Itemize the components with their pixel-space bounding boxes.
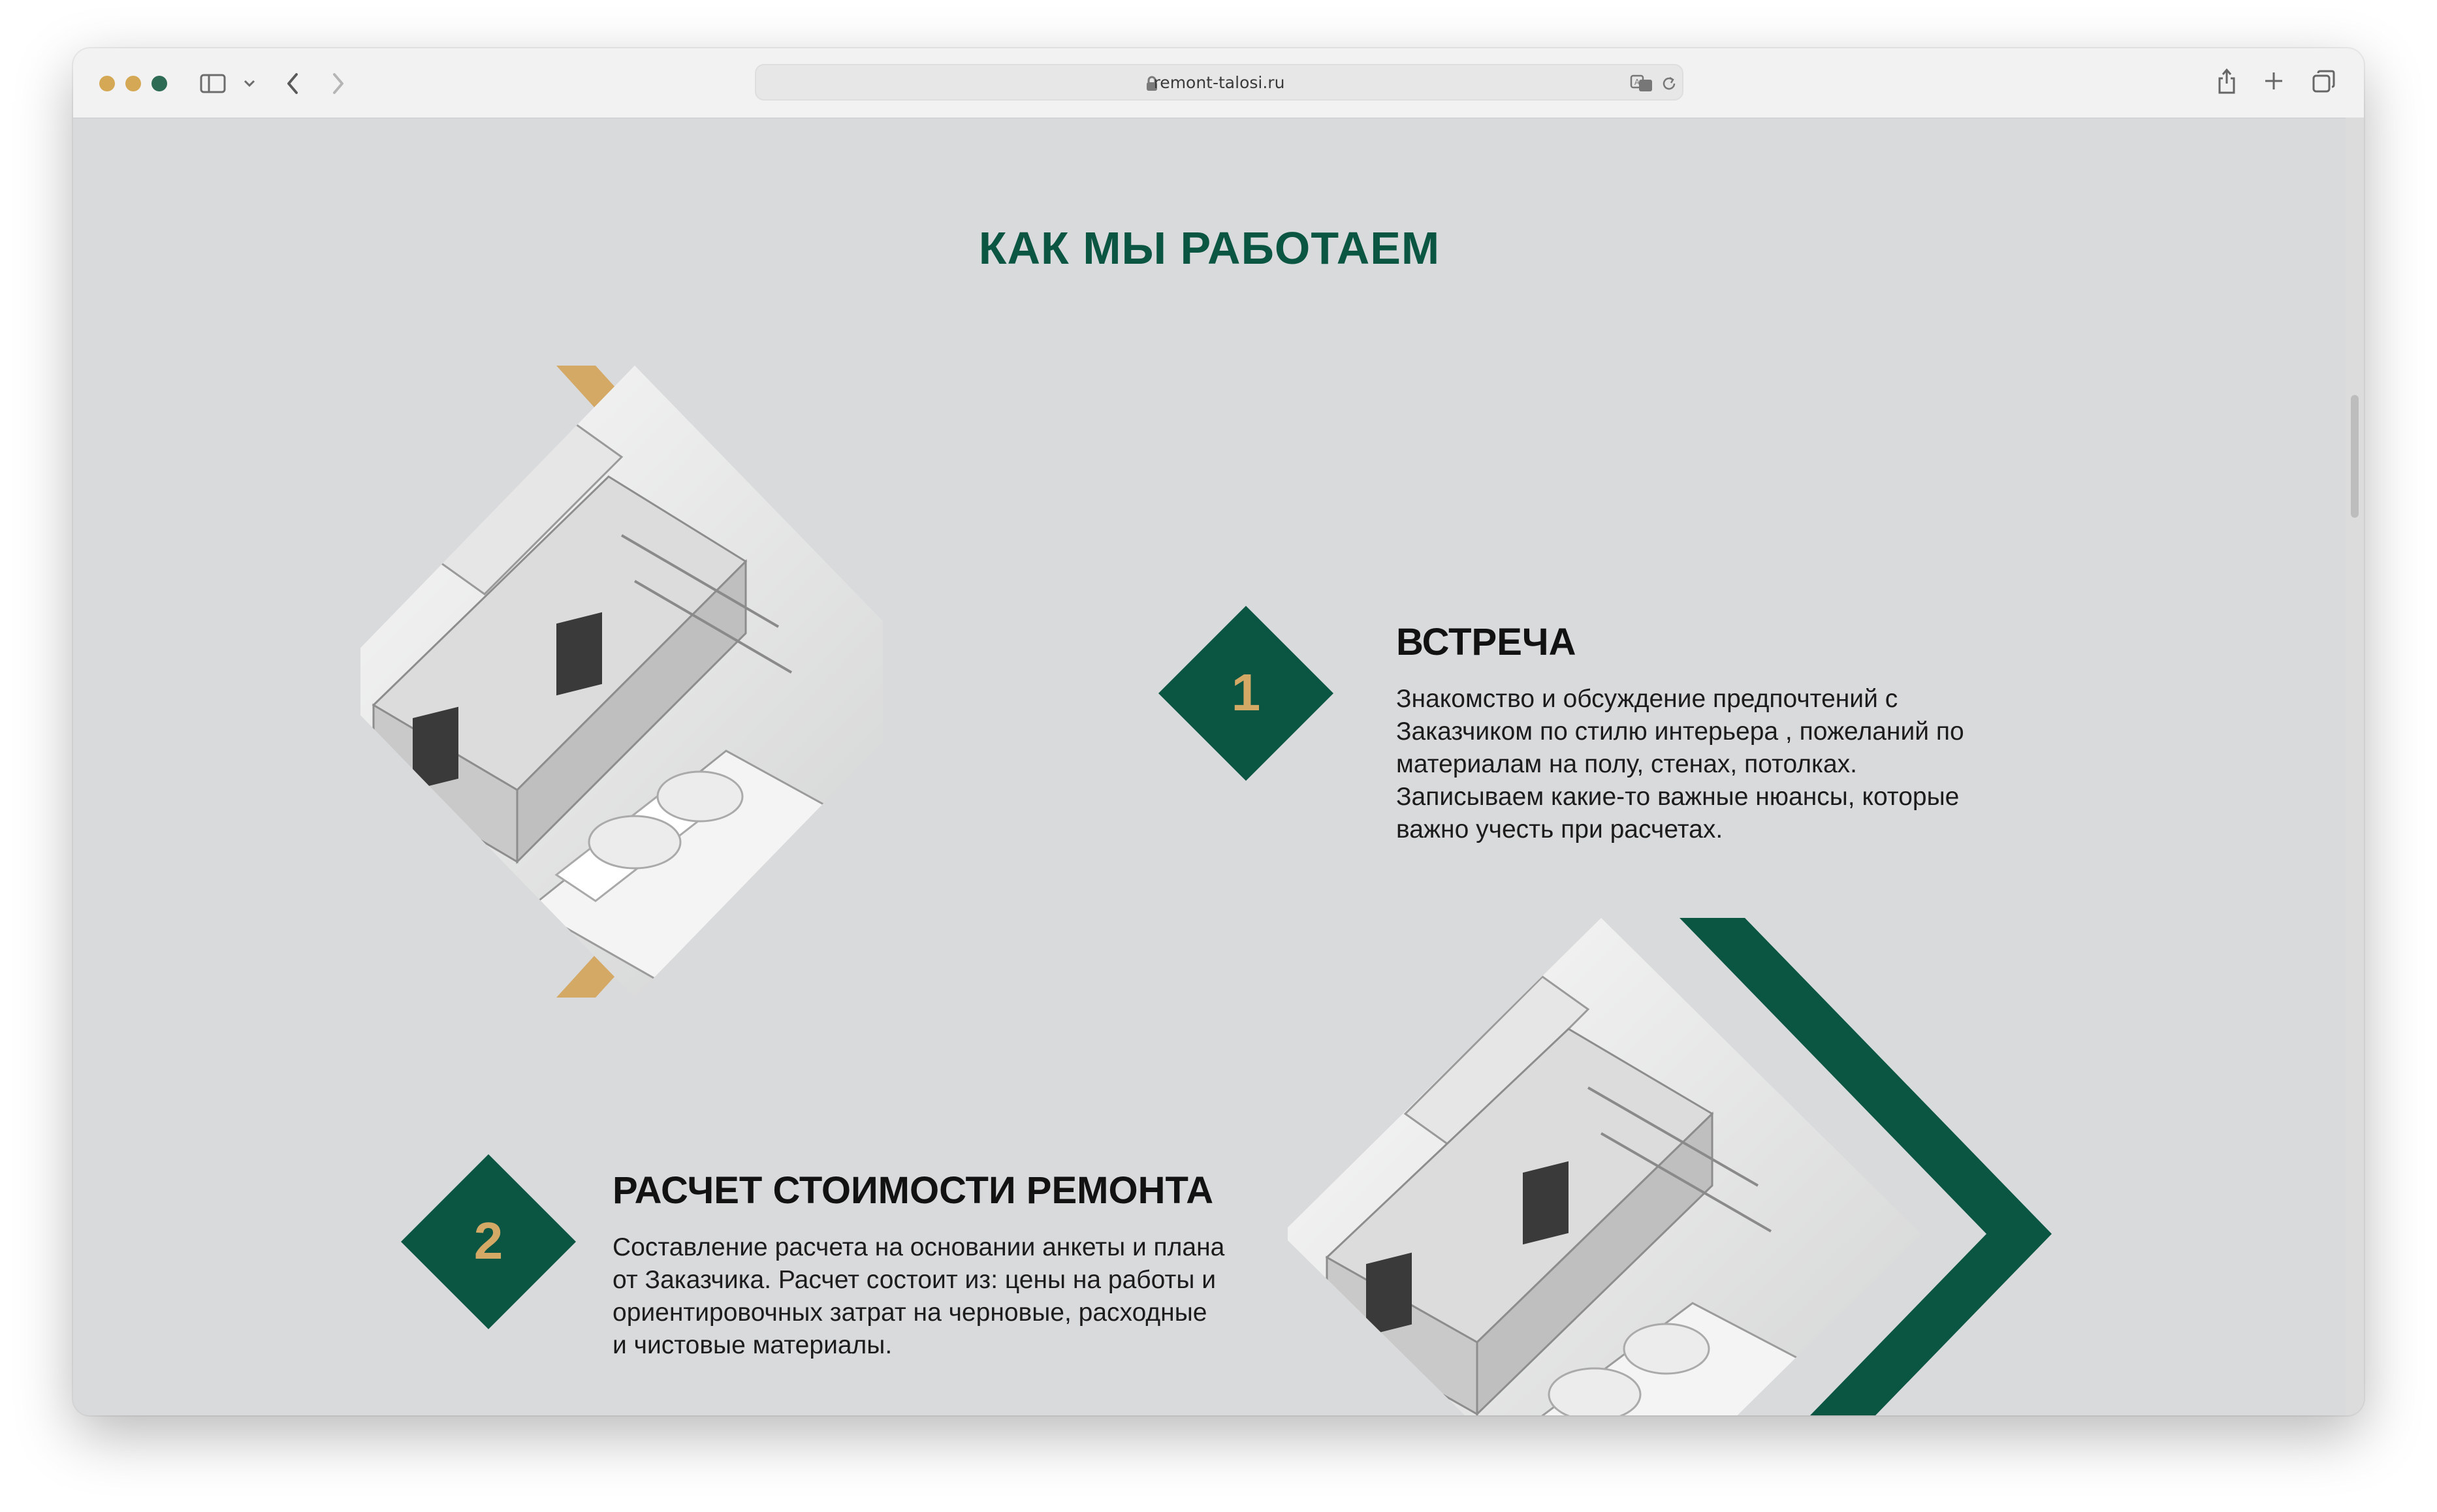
step2-heading: РАСЧЕТ СТОИМОСТИ РЕМОНТА — [613, 1169, 1214, 1212]
zoom-window-button[interactable] — [151, 76, 167, 91]
step1-line: Записываем какие-то важные нюансы, котор… — [1396, 783, 1960, 811]
share-icon[interactable] — [2216, 67, 2237, 95]
step2-line: Составление расчета на основании анкеты … — [613, 1233, 1225, 1261]
step1-number: 1 — [1232, 663, 1261, 721]
new-tab-icon[interactable] — [2263, 71, 2284, 91]
step1-line: материалам на полу, стенах, потолках. — [1396, 750, 1857, 778]
step1-image — [360, 366, 883, 998]
step2-number: 2 — [474, 1212, 503, 1270]
scrollbar-thumb[interactable] — [2351, 395, 2359, 518]
page-scrollbar[interactable] — [2346, 118, 2364, 1415]
close-window-button[interactable] — [99, 76, 115, 91]
section-title: КАК МЫ РАБОТАЕМ — [978, 223, 1441, 274]
step1-line: Знакомство и обсуждение предпочтений с — [1396, 685, 1898, 713]
reload-icon[interactable] — [1660, 74, 1678, 93]
forward-icon[interactable] — [329, 71, 347, 97]
sidebar-toggle-icon[interactable] — [200, 73, 226, 94]
url-text: remont-talosi.ru — [1153, 73, 1285, 92]
step2-line: от Заказчика. Расчет состоит из: цены на… — [613, 1266, 1216, 1294]
address-bar[interactable]: remont-talosi.ru A — [755, 64, 1683, 101]
browser-toolbar: remont-talosi.ru A — [73, 48, 2364, 119]
step2-line: ориентировочных затрат на черновые, расх… — [613, 1299, 1207, 1327]
step1-description: Знакомство и обсуждение предпочтений с З… — [1396, 683, 2049, 846]
step2-line: и чистовые материалы. — [613, 1331, 893, 1359]
tab-overview-icon[interactable] — [2312, 69, 2336, 94]
chevron-down-icon[interactable] — [243, 78, 256, 89]
step1-number-badge: 1 — [1158, 606, 1333, 781]
step2-description: Составление расчета на основании анкеты … — [613, 1231, 1266, 1362]
step1-line: важно учесть при расчетах. — [1396, 815, 1723, 843]
browser-window: remont-talosi.ru A КАК МЫ РАБОТАЕМ 1 ВСТ… — [73, 48, 2364, 1415]
step1-heading: ВСТРЕЧА — [1396, 621, 1576, 663]
back-icon[interactable] — [283, 71, 302, 97]
step2-image — [1288, 918, 2052, 1415]
step2-number-badge: 2 — [401, 1154, 576, 1329]
minimize-window-button[interactable] — [125, 76, 141, 91]
step1-line: Заказчиком по стилю интерьера , пожелани… — [1396, 717, 1964, 746]
translate-icon[interactable]: A — [1630, 74, 1653, 93]
svg-text:A: A — [1634, 78, 1640, 87]
page-content: КАК МЫ РАБОТАЕМ 1 ВСТРЕЧА Знакомство и о… — [73, 118, 2346, 1415]
